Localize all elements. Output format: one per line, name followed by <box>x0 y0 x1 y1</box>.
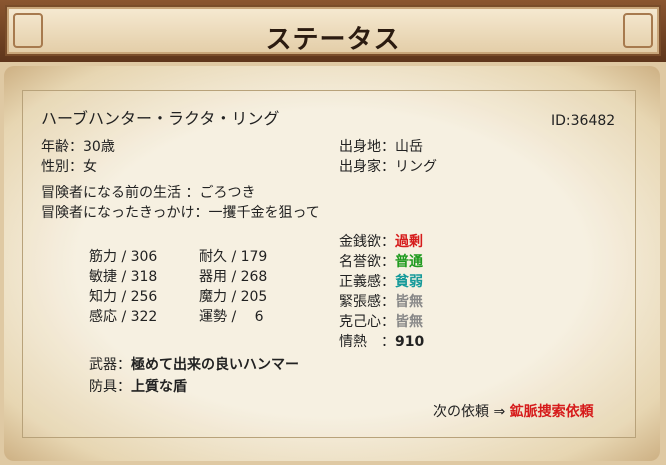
trait-value: 普通 <box>395 254 423 270</box>
next-request-value[interactable]: 鉱脈捜索依頼 <box>510 404 594 420</box>
character-name: ハーブハンター・ラクタ・リング <box>41 109 280 128</box>
trait-label: 金銭欲： <box>339 234 395 250</box>
trait-passion: 情熱 ：910 <box>339 334 424 350</box>
weapon-label: 武器： <box>89 357 131 373</box>
trait-justice: 正義感：貧弱 <box>339 274 423 290</box>
trait-value: 貧弱 <box>395 274 423 290</box>
next-request-label: 次の依頼 ⇒ <box>433 404 506 420</box>
trait-label: 緊張感： <box>339 294 395 310</box>
trait-label: 克己心： <box>339 314 395 330</box>
adventure-motive: 冒険者になったきっかけ：一攫千金を狙って <box>41 205 320 221</box>
stat-strength: 筋力 / 306 <box>89 249 158 265</box>
armor-value: 上質な盾 <box>131 379 187 395</box>
past-life: 冒険者になる前の生活 ：ごろつき <box>41 185 256 201</box>
trait-self-control: 克己心：皆無 <box>339 314 423 330</box>
trait-tension: 緊張感：皆無 <box>339 294 423 310</box>
trait-value: 皆無 <box>395 314 423 330</box>
stat-intellect: 知力 / 256 <box>89 289 158 305</box>
birthplace: 出身地：山岳 <box>339 139 423 155</box>
weapon-row: 武器：極めて出来の良いハンマー <box>89 357 299 373</box>
trait-greed: 金銭欲：過剰 <box>339 234 423 250</box>
armor-label: 防具： <box>89 379 131 395</box>
armor-row: 防具：上質な盾 <box>89 379 187 395</box>
title-banner: ステータス <box>0 0 666 62</box>
stat-sense: 感応 / 322 <box>89 309 158 325</box>
status-parchment: ハーブハンター・ラクタ・リング ID:36482 年齢：30歳 性別：女 出身地… <box>4 66 660 461</box>
character-id: ID:36482 <box>551 113 616 129</box>
stat-magic: 魔力 / 205 <box>199 289 268 305</box>
trait-value: 皆無 <box>395 294 423 310</box>
trait-value: 910 <box>395 334 425 350</box>
stat-luck: 運勢 / 6 <box>199 309 264 325</box>
status-panel: ハーブハンター・ラクタ・リング ID:36482 年齢：30歳 性別：女 出身地… <box>22 90 636 438</box>
trait-fame: 名誉欲：普通 <box>339 254 423 270</box>
stat-dexterity: 器用 / 268 <box>199 269 268 285</box>
title-frame: ステータス <box>5 5 661 56</box>
family: 出身家：リング <box>339 159 437 175</box>
stat-endurance: 耐久 / 179 <box>199 249 268 265</box>
age: 年齢：30歳 <box>41 139 115 155</box>
stat-agility: 敏捷 / 318 <box>89 269 158 285</box>
gender: 性別：女 <box>41 159 97 175</box>
trait-label: 正義感： <box>339 274 395 290</box>
weapon-value: 極めて出来の良いハンマー <box>131 357 299 373</box>
trait-value: 過剰 <box>395 234 423 250</box>
trait-label: 名誉欲： <box>339 254 395 270</box>
next-request[interactable]: 次の依頼 ⇒ 鉱脈捜索依頼 <box>433 404 594 420</box>
page-title: ステータス <box>265 25 401 55</box>
trait-label: 情熱 ： <box>339 334 395 350</box>
